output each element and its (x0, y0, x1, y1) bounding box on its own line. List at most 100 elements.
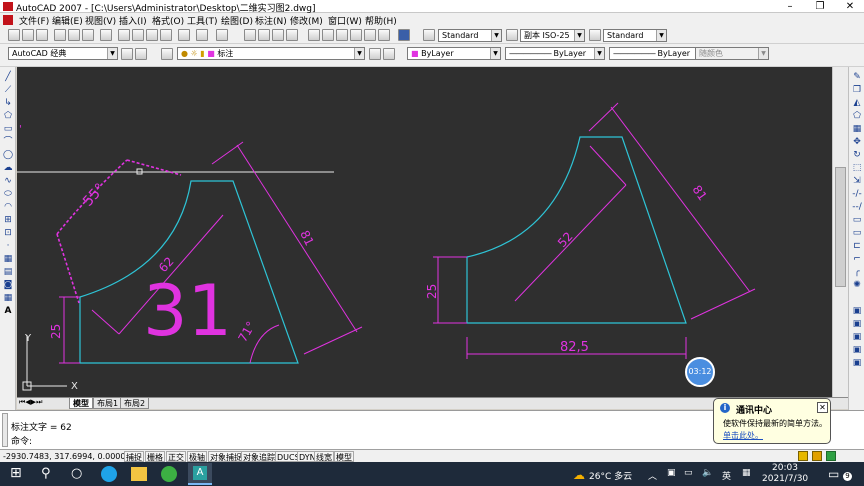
scrollbar-thumb[interactable] (835, 167, 846, 287)
calculator-icon[interactable] (378, 29, 390, 41)
ortho-toggle[interactable]: 正交 (166, 451, 186, 462)
balloon-link[interactable]: 单击此处。 (723, 430, 763, 441)
undo-icon[interactable] (196, 29, 208, 41)
tab-layout2[interactable]: 布局2 (120, 398, 150, 409)
point-icon[interactable]: · (3, 241, 13, 251)
tray-chevron-icon[interactable]: ︿ (648, 469, 657, 482)
make-block-icon[interactable]: ⊡ (3, 228, 13, 238)
layer-previous-icon[interactable] (383, 48, 395, 60)
draworder-above-icon[interactable]: ▣ (852, 345, 862, 355)
dim-style-select[interactable]: 副本 ISO-25 ▼ (520, 29, 585, 42)
open-icon[interactable] (22, 29, 34, 41)
draworder-icon[interactable]: ▣ (852, 306, 862, 316)
drawing-canvas[interactable]: ' 55° 62 81 25 71° 31 81 52 25 82,5 Y X (17, 67, 832, 397)
lineweight-select[interactable]: —————— ByLayer▼ (609, 47, 709, 60)
trim-icon[interactable]: -/- (852, 189, 862, 199)
polar-toggle[interactable]: 极轴 (187, 451, 207, 462)
color-select[interactable]: ■ ByLayer ▼ (407, 47, 501, 60)
close-button[interactable]: ✕ (836, 0, 864, 13)
notification-balloon[interactable]: i 通讯中心 ✕ 使软件保持最新的简单方法。 单击此处。 (713, 398, 831, 444)
notification-icon[interactable]: ▭ (828, 467, 839, 481)
insert-block-icon[interactable]: ⊞ (3, 215, 13, 225)
comm-center-icon[interactable] (798, 451, 808, 461)
table-icon[interactable]: ▦ (3, 293, 13, 303)
fillet-icon[interactable]: ╭ (852, 267, 862, 277)
task-view-icon[interactable]: ○ (71, 466, 82, 481)
rectangle-icon[interactable]: ▭ (3, 124, 13, 134)
drawing-svg[interactable]: ' 55° 62 81 25 71° 31 81 52 25 82,5 Y X (17, 67, 832, 397)
ellipse-arc-icon[interactable]: ◠ (3, 202, 13, 212)
revision-cloud-icon[interactable]: ☁ (3, 163, 13, 173)
menu-insert[interactable]: 插入(I) (119, 14, 147, 27)
zoom-window-icon[interactable] (272, 29, 284, 41)
lock-icon[interactable] (812, 451, 822, 461)
polygon-icon[interactable]: ⬠ (3, 111, 13, 121)
zoom-previous-icon[interactable] (286, 29, 298, 41)
clock-time[interactable]: 20:03 (772, 463, 798, 473)
redo-icon[interactable] (216, 29, 228, 41)
spline-icon[interactable]: ∿ (3, 176, 13, 186)
tool-palettes-icon[interactable] (336, 29, 348, 41)
command-prompt[interactable]: 命令: (11, 434, 32, 447)
tab-nav-arrows[interactable]: ⏮◀▶⏭ (19, 398, 42, 407)
pan-icon[interactable] (244, 29, 256, 41)
command-grip[interactable] (2, 413, 8, 447)
offset-icon[interactable]: ⬠ (852, 111, 862, 121)
weather-text[interactable]: 26°C 多云 (589, 469, 632, 482)
lineweight-toggle[interactable]: 线宽 (314, 451, 334, 462)
linetype-select[interactable]: —————— ByLayer ▼ (505, 47, 605, 60)
new-icon[interactable] (8, 29, 20, 41)
mirror-icon[interactable]: ◭ (852, 98, 862, 108)
3dwf-icon[interactable] (100, 29, 112, 41)
multiline-text-icon[interactable]: A (3, 306, 13, 316)
menu-view[interactable]: 视图(V) (85, 14, 116, 27)
menu-tools[interactable]: 工具(T) (187, 14, 218, 27)
array-icon[interactable]: ▦ (852, 124, 862, 134)
save-icon[interactable] (36, 29, 48, 41)
help-icon[interactable] (398, 29, 410, 41)
menu-dimension[interactable]: 标注(N) (255, 14, 287, 27)
publish-icon[interactable] (82, 29, 94, 41)
layer-manager-icon[interactable] (161, 48, 173, 60)
menu-format[interactable]: 格式(O) (152, 14, 184, 27)
keyboard-icon[interactable]: ▦ (742, 468, 751, 478)
scale-icon[interactable]: ⬚ (852, 163, 862, 173)
hatch-icon[interactable]: ▦ (3, 254, 13, 264)
block-editor-icon[interactable] (178, 29, 190, 41)
draworder-under-icon[interactable]: ▣ (852, 358, 862, 368)
osnap-toggle[interactable]: 对象捕捉 (208, 451, 244, 462)
tab-layout1[interactable]: 布局1 (93, 398, 123, 409)
paste-icon[interactable] (146, 29, 158, 41)
stretch-icon[interactable]: ⇲ (852, 176, 862, 186)
network-icon[interactable]: ▣ (667, 468, 676, 478)
file-explorer-icon[interactable] (131, 467, 147, 481)
copy-icon[interactable] (132, 29, 144, 41)
minimize-button[interactable]: – (776, 0, 804, 13)
menu-window[interactable]: 窗口(W) (328, 14, 362, 27)
snap-toggle[interactable]: 捕捉 (124, 451, 144, 462)
chamfer-icon[interactable]: ⌐ (852, 254, 862, 264)
region-icon[interactable]: ◙ (3, 280, 13, 290)
layer-select[interactable]: ● ☼ ▮ ■ 标注 ▼ (177, 47, 365, 60)
erase-icon[interactable]: ✎ (852, 72, 862, 82)
table-style-select[interactable]: Standard ▼ (603, 29, 667, 42)
menu-edit[interactable]: 编辑(E) (52, 14, 83, 27)
tray-settings-icon[interactable] (826, 451, 836, 461)
volume-icon[interactable]: 🔈 (702, 468, 713, 478)
move-icon[interactable]: ✥ (852, 137, 862, 147)
clock-date[interactable]: 2021/7/30 (762, 474, 808, 484)
menu-help[interactable]: 帮助(H) (365, 14, 397, 27)
text-style-select[interactable]: Standard ▼ (438, 29, 502, 42)
grid-toggle[interactable]: 栅格 (145, 451, 165, 462)
circle-icon[interactable]: ◯ (3, 150, 13, 160)
line-icon[interactable]: ╱ (3, 72, 13, 82)
rotate-icon[interactable]: ↻ (852, 150, 862, 160)
plot-icon[interactable] (54, 29, 66, 41)
gradient-icon[interactable]: ▤ (3, 267, 13, 277)
restore-button[interactable]: ❐ (806, 0, 834, 13)
ellipse-icon[interactable]: ⬭ (3, 189, 13, 199)
properties-icon[interactable] (308, 29, 320, 41)
menu-draw[interactable]: 绘图(D) (221, 14, 253, 27)
markup-icon[interactable] (364, 29, 376, 41)
polyline-icon[interactable]: ↳ (3, 98, 13, 108)
